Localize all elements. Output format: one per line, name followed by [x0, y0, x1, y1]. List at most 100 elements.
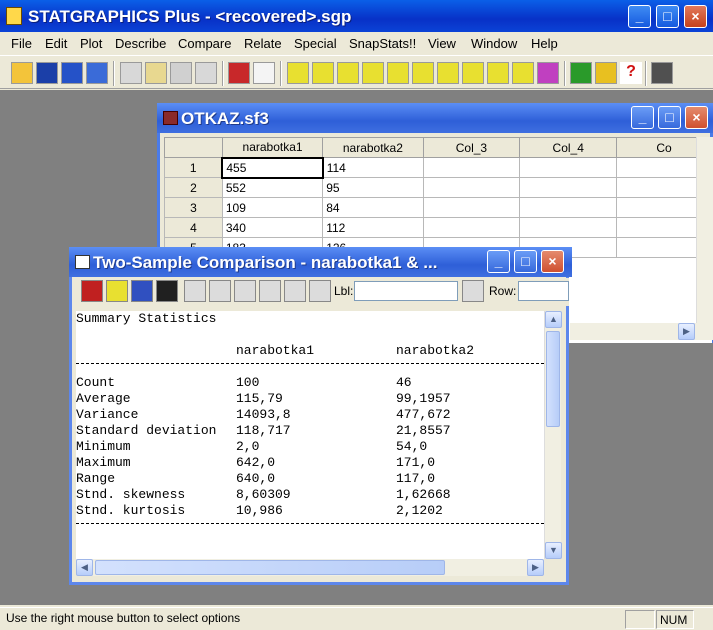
row-header[interactable]: 2	[164, 177, 223, 198]
calculator-grid-icon[interactable]	[61, 62, 83, 84]
table-cell[interactable]	[422, 157, 521, 178]
app-close-button[interactable]: ×	[684, 5, 707, 28]
statwizard-icon[interactable]	[595, 62, 617, 84]
analysis-minimize-button[interactable]: _	[487, 250, 510, 273]
menu-help[interactable]: Help	[531, 36, 558, 51]
menu-window[interactable]: Window	[471, 36, 517, 51]
table-cell[interactable]: 455	[221, 156, 324, 179]
scroll-right-icon[interactable]: ▶	[678, 323, 695, 340]
paste-icon[interactable]	[170, 62, 192, 84]
bar-chart-icon[interactable]	[337, 62, 359, 84]
statadvisor-icon[interactable]	[570, 62, 592, 84]
print-preview-icon[interactable]	[253, 62, 275, 84]
smooth-icon[interactable]	[259, 280, 281, 302]
app-title-bar[interactable]: STATGRAPHICS Plus - <recovered>.sgp _ □ …	[0, 0, 713, 32]
table-cell[interactable]: 95	[322, 177, 424, 198]
menu-compare[interactable]: Compare	[178, 36, 231, 51]
analysis-maximize-button[interactable]: □	[514, 250, 537, 273]
analysis-toolbar: Lbl: Row:	[72, 278, 569, 306]
table-cell[interactable]: 84	[322, 197, 424, 218]
undo-icon[interactable]	[195, 62, 217, 84]
menu-plot[interactable]: Plot	[80, 36, 102, 51]
table-cell[interactable]	[519, 197, 618, 218]
row-input[interactable]	[518, 281, 569, 301]
spreadsheet-vertical-scrollbar[interactable]	[696, 137, 713, 327]
menu-snapstats[interactable]: SnapStats!!	[349, 36, 416, 51]
table-cell[interactable]: 112	[322, 217, 424, 238]
doe-icon[interactable]	[512, 62, 534, 84]
save-data-icon[interactable]	[86, 62, 108, 84]
column-header[interactable]: Col_3	[422, 137, 521, 158]
print-icon[interactable]	[228, 62, 250, 84]
menu-describe[interactable]: Describe	[115, 36, 166, 51]
move-icon[interactable]	[209, 280, 231, 302]
save-icon[interactable]	[36, 62, 58, 84]
exclude-icon[interactable]	[284, 280, 306, 302]
corner-cell[interactable]	[164, 137, 223, 158]
spreadsheet-title-bar[interactable]: OTKAZ.sf3 _ □ ×	[157, 103, 713, 133]
app-minimize-button[interactable]: _	[628, 5, 651, 28]
table-cell[interactable]	[422, 217, 521, 238]
table-cell[interactable]	[519, 157, 618, 178]
multivariate-icon[interactable]	[487, 62, 509, 84]
analysis-vertical-scrollbar[interactable]: ▲ ▼	[544, 311, 562, 559]
stat-name: Maximum	[76, 455, 131, 470]
copy-icon[interactable]	[145, 62, 167, 84]
table-cell[interactable]	[519, 177, 618, 198]
menu-view[interactable]: View	[428, 36, 456, 51]
spreadsheet-close-button[interactable]: ×	[685, 106, 708, 129]
menu-special[interactable]: Special	[294, 36, 337, 51]
tabular-options-icon[interactable]	[106, 280, 128, 302]
scroll-thumb[interactable]	[95, 560, 445, 575]
menu-file[interactable]: File	[11, 36, 32, 51]
row-header[interactable]: 1	[164, 157, 223, 178]
summary-statistics-pane[interactable]: Summary Statistics narabotka1 narabotka2…	[76, 311, 544, 559]
glm-icon[interactable]	[537, 62, 559, 84]
table-cell[interactable]	[422, 177, 521, 198]
column-header[interactable]: narabotka2	[322, 137, 424, 158]
box-plot-icon[interactable]	[312, 62, 334, 84]
scroll-thumb[interactable]	[546, 331, 560, 427]
regression-icon[interactable]	[387, 62, 409, 84]
table-cell[interactable]: 114	[322, 157, 424, 178]
table-cell[interactable]: 109	[221, 197, 324, 218]
pane-options-icon[interactable]	[184, 280, 206, 302]
spreadsheet-horizontal-scrollbar[interactable]: ▶	[570, 323, 713, 340]
scroll-left-icon[interactable]: ◀	[76, 559, 93, 576]
control-chart-icon[interactable]	[412, 62, 434, 84]
column-header[interactable]: narabotka1	[221, 137, 324, 158]
zoom-icon[interactable]	[234, 280, 256, 302]
table-cell[interactable]: 552	[221, 177, 324, 198]
scroll-down-icon[interactable]: ▼	[545, 542, 562, 559]
analysis-horizontal-scrollbar[interactable]: ◀ ▶	[76, 559, 544, 576]
row-header[interactable]: 4	[164, 217, 223, 238]
scroll-right-icon[interactable]: ▶	[527, 559, 544, 576]
label-input[interactable]	[354, 281, 458, 301]
distribution-icon[interactable]	[437, 62, 459, 84]
analysis-title-bar[interactable]: Two-Sample Comparison - narabotka1 & ...…	[69, 247, 572, 277]
menu-edit[interactable]: Edit	[45, 36, 67, 51]
menu-relate[interactable]: Relate	[244, 36, 282, 51]
input-dialog-icon[interactable]	[81, 280, 103, 302]
scatter-plot-icon[interactable]	[287, 62, 309, 84]
column-header[interactable]: Col_4	[519, 137, 618, 158]
analysis-close-button[interactable]: ×	[541, 250, 564, 273]
app-maximize-button[interactable]: □	[656, 5, 679, 28]
table-cell[interactable]	[519, 217, 618, 238]
help-icon[interactable]: ?	[620, 62, 642, 84]
row-header[interactable]: 3	[164, 197, 223, 218]
scroll-up-icon[interactable]: ▲	[545, 311, 562, 328]
spreadsheet-maximize-button[interactable]: □	[658, 106, 681, 129]
save-results-icon[interactable]	[156, 280, 178, 302]
cut-icon[interactable]	[120, 62, 142, 84]
calculator-icon[interactable]	[651, 62, 673, 84]
time-series-icon[interactable]	[462, 62, 484, 84]
graphical-options-icon[interactable]	[131, 280, 153, 302]
line-icon[interactable]	[309, 280, 331, 302]
table-cell[interactable]	[422, 197, 521, 218]
spreadsheet-minimize-button[interactable]: _	[631, 106, 654, 129]
compare-icon[interactable]	[362, 62, 384, 84]
binoculars-icon[interactable]	[462, 280, 484, 302]
table-cell[interactable]: 340	[221, 217, 324, 238]
open-icon[interactable]	[11, 62, 33, 84]
